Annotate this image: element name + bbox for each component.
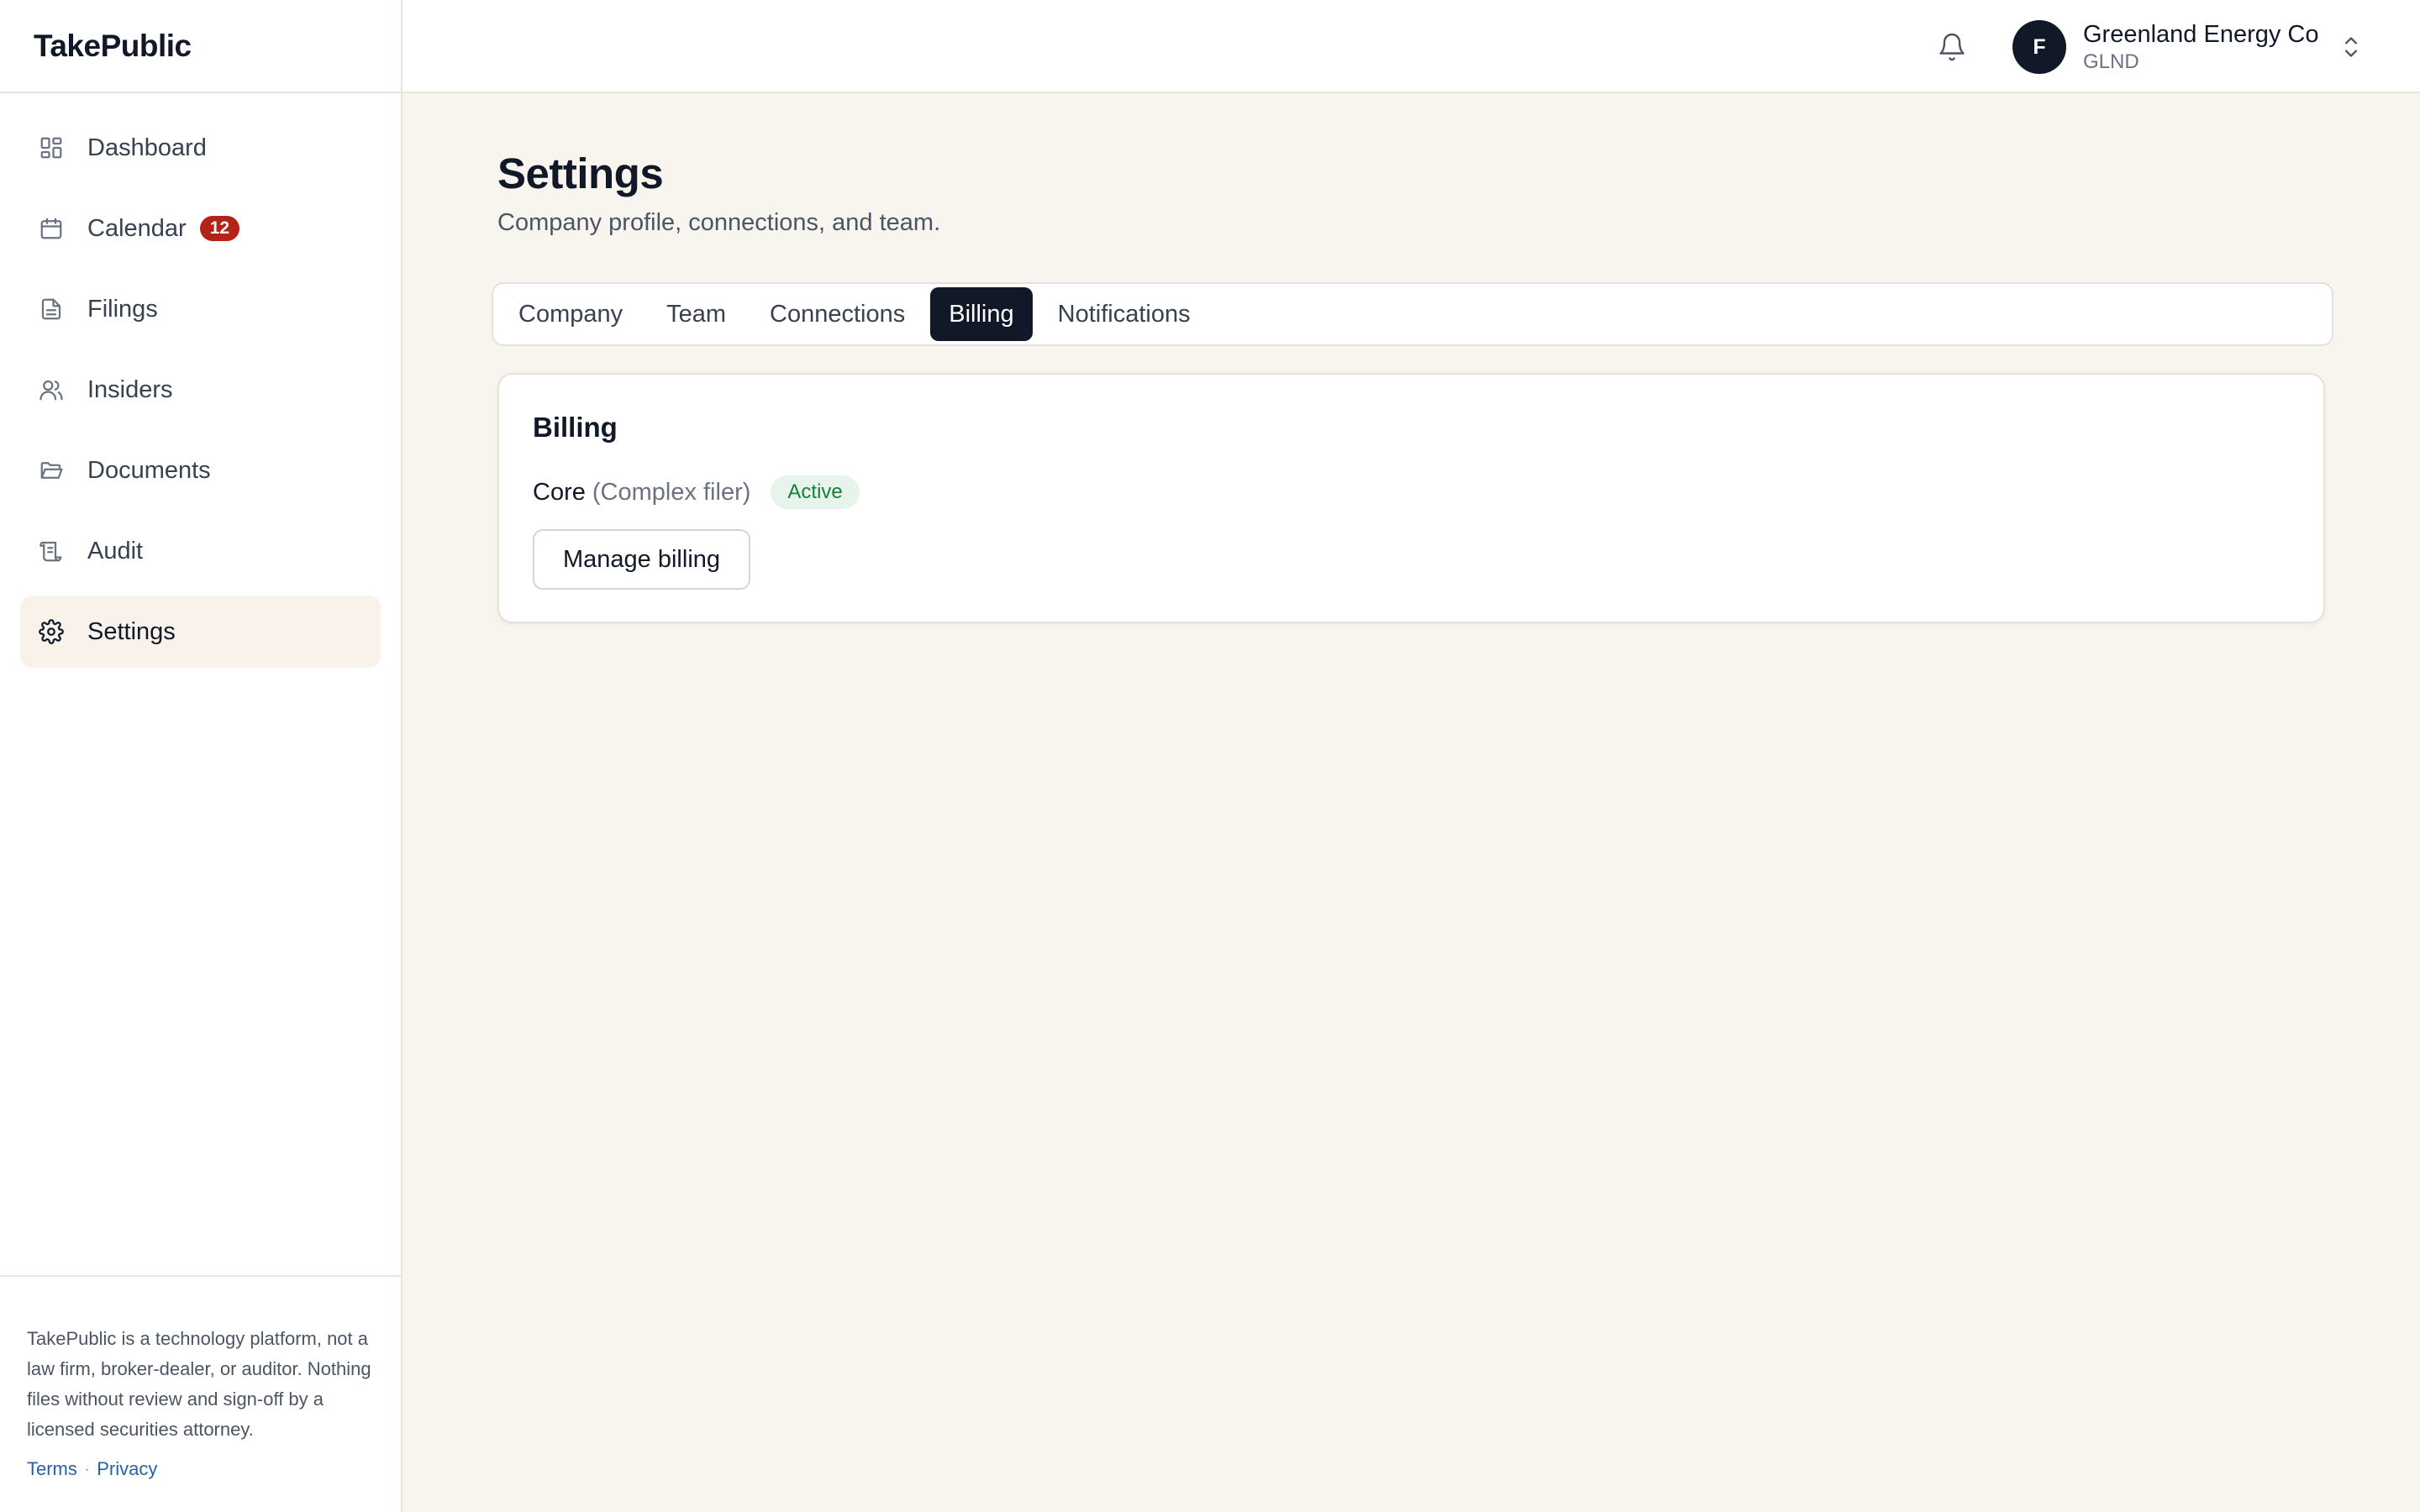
tab-company[interactable]: Company — [500, 287, 641, 341]
calendar-icon — [39, 216, 64, 241]
sidebar-item-label: Documents — [87, 456, 211, 484]
sidebar-item-dashboard[interactable]: Dashboard — [20, 112, 381, 184]
settings-tabs: Company Team Connections Billing Notific… — [492, 282, 2333, 346]
sidebar-item-documents[interactable]: Documents — [20, 434, 381, 507]
scroll-icon — [39, 538, 64, 564]
gear-icon — [39, 619, 64, 644]
org-ticker: GLND — [2083, 50, 2139, 73]
sidebar-item-label: Settings — [87, 617, 176, 645]
terms-link[interactable]: Terms — [27, 1458, 77, 1479]
calendar-count-badge: 12 — [199, 216, 240, 241]
dashboard-icon — [39, 135, 64, 160]
privacy-link[interactable]: Privacy — [97, 1458, 157, 1479]
brand-logo[interactable]: TakePublic — [0, 0, 401, 93]
sidebar: TakePublic Dashboard Calendar 12 Filings — [0, 0, 402, 1512]
sidebar-item-insiders[interactable]: Insiders — [20, 354, 381, 426]
link-separator: · — [83, 1458, 91, 1479]
page-subtitle: Company profile, connections, and team. — [497, 209, 941, 236]
sidebar-item-label: Filings — [87, 295, 158, 323]
sidebar-item-label: Audit — [87, 537, 144, 564]
sidebar-item-filings[interactable]: Filings — [20, 273, 381, 345]
org-switcher[interactable]: F Greenland Energy Co GLND — [2012, 15, 2363, 79]
billing-card: Billing Core (Complex filer) Active Mana… — [497, 373, 2325, 623]
sidebar-item-settings[interactable]: Settings — [20, 596, 381, 668]
plan-name: Core — [533, 478, 586, 506]
sidebar-item-label: Calendar — [87, 214, 187, 242]
billing-card-title: Billing — [533, 412, 618, 443]
tab-connections[interactable]: Connections — [751, 287, 923, 341]
plan-tier: (Complex filer) — [592, 478, 751, 506]
folder-open-icon — [39, 458, 64, 483]
sidebar-item-audit[interactable]: Audit — [20, 515, 381, 587]
plan-row: Core (Complex filer) Active — [533, 475, 2290, 509]
manage-billing-button[interactable]: Manage billing — [533, 529, 751, 590]
org-name: Greenland Energy Co — [2083, 21, 2319, 48]
sidebar-footer: TakePublic is a technology platform, not… — [0, 1275, 401, 1512]
users-icon — [39, 377, 64, 402]
top-bar: F Greenland Energy Co GLND — [402, 0, 2420, 93]
bell-icon[interactable] — [1937, 32, 1967, 62]
org-info: Greenland Energy Co GLND — [2083, 19, 2319, 75]
file-text-icon — [39, 297, 64, 322]
page-title: Settings — [497, 150, 664, 197]
tab-billing[interactable]: Billing — [930, 287, 1033, 341]
tab-notifications[interactable]: Notifications — [1039, 287, 1209, 341]
sidebar-item-label: Dashboard — [87, 134, 207, 161]
sidebar-nav: Dashboard Calendar 12 Filings Insiders D… — [0, 93, 401, 668]
footer-links: Terms · Privacy — [27, 1458, 374, 1480]
chevron-up-down-icon — [2339, 32, 2363, 62]
avatar: F — [2012, 20, 2066, 74]
status-badge: Active — [771, 475, 860, 509]
legal-disclaimer: TakePublic is a technology platform, not… — [27, 1328, 371, 1440]
tab-team[interactable]: Team — [648, 287, 744, 341]
sidebar-item-label: Insiders — [87, 375, 173, 403]
sidebar-item-calendar[interactable]: Calendar 12 — [20, 192, 381, 265]
